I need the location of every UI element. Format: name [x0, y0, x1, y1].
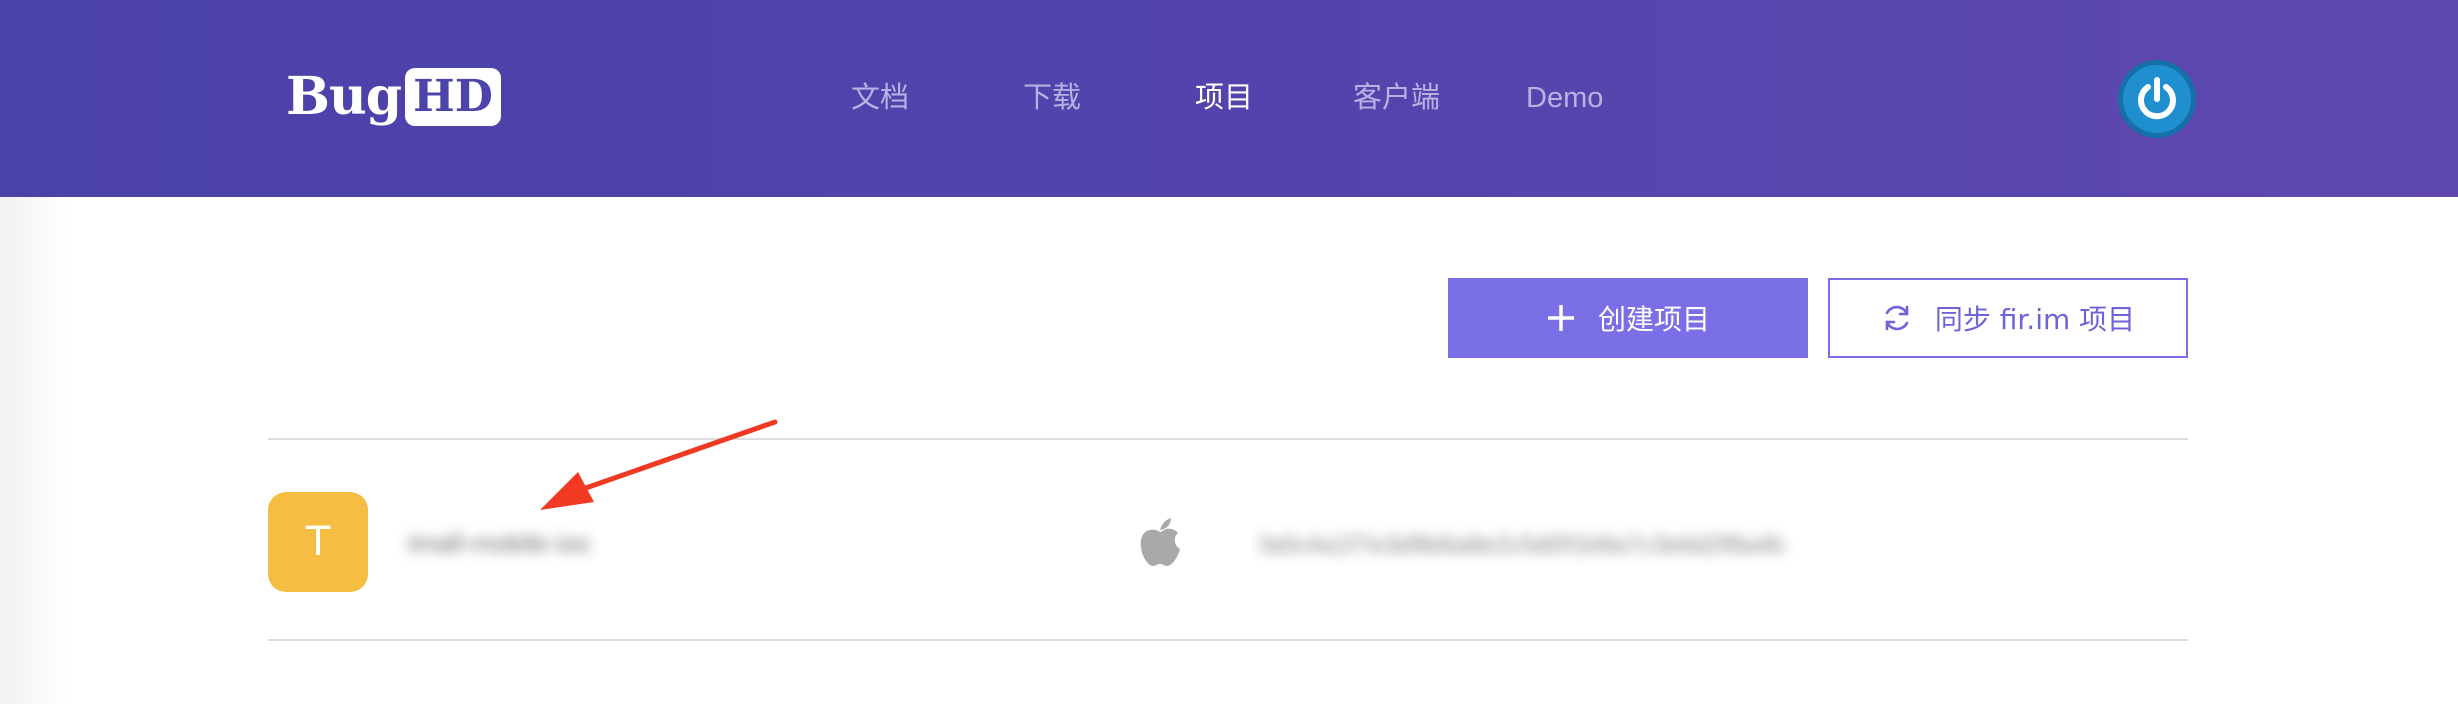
sync-firim-label: 同步 fir.im 项目 [1934, 303, 2136, 336]
bughd-logo[interactable]: Bug HD [286, 66, 501, 128]
nav-item-client[interactable]: 客户端 [1353, 76, 1440, 120]
annotation-arrow-icon [540, 419, 778, 510]
power-icon [2138, 77, 2176, 120]
sync-firim-button[interactable]: 同步 fir.im 项目 [1828, 278, 2188, 358]
plus-icon [1546, 303, 1576, 333]
nav-item-demo[interactable]: Demo [1526, 76, 1603, 120]
create-project-button[interactable]: 创建项目 [1448, 278, 1808, 358]
project-name[interactable]: tmall-mobile-ios [408, 528, 590, 558]
project-key: fa0c4a1f7e3d9b6a8e2c5d0f1b9a7c3e6d2f8a4b [1260, 531, 1785, 559]
project-avatar: T [268, 492, 368, 592]
page: Bug HD 文档 下载 项目 客户端 Demo 创建项目 同步 fir.im … [0, 0, 2458, 704]
left-edge-shade [0, 197, 70, 704]
nav-item-docs[interactable]: 文档 [851, 76, 909, 120]
nav-item-download[interactable]: 下载 [1023, 76, 1081, 120]
user-menu-button[interactable] [2118, 60, 2196, 138]
nav-item-projects[interactable]: 项目 [1195, 76, 1253, 120]
logo-text-hd: HD [405, 68, 501, 126]
sync-icon [1881, 302, 1913, 334]
apple-icon [1140, 518, 1180, 566]
create-project-label: 创建项目 [1597, 303, 1710, 336]
top-header: Bug HD 文档 下载 项目 客户端 Demo [0, 0, 2458, 197]
logo-text-bug: Bug [286, 66, 402, 127]
list-bottom-divider [268, 639, 2188, 641]
